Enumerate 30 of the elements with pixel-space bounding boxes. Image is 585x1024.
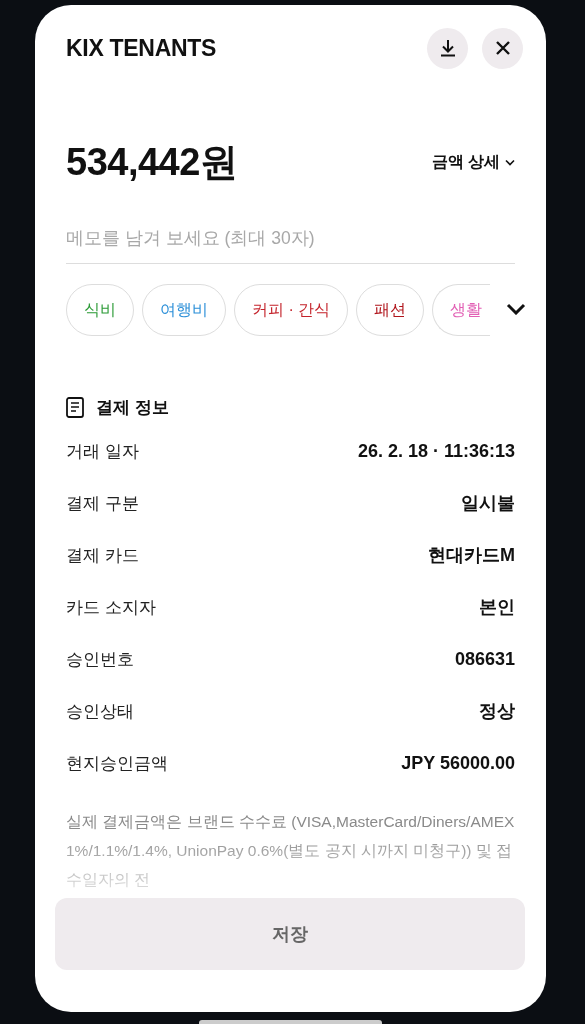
info-value: 본인 xyxy=(479,596,515,619)
info-value: 정상 xyxy=(479,700,515,723)
document-icon xyxy=(66,397,84,418)
category-chip[interactable]: 생활 xyxy=(432,284,491,336)
info-label: 현지승인금액 xyxy=(66,752,168,775)
sheet-title: KIX TENANTS xyxy=(66,34,217,62)
chevron-down-icon xyxy=(505,159,515,166)
download-button[interactable] xyxy=(427,27,468,69)
category-chip[interactable]: 패션 xyxy=(356,284,425,336)
info-value: 현대카드M xyxy=(428,544,515,567)
amount-text: 534,442원 xyxy=(66,140,238,185)
category-chip[interactable]: 여행비 xyxy=(142,284,226,336)
amount-detail-button[interactable]: 금액 상세 xyxy=(431,152,515,173)
close-icon xyxy=(494,40,511,56)
info-label: 승인번호 xyxy=(66,648,134,671)
info-value: 26. 2. 18 · 11:36:13 xyxy=(357,440,515,462)
info-value: 086631 xyxy=(454,648,515,670)
info-label: 결제 카드 xyxy=(66,544,139,567)
category-chip[interactable]: 식비 xyxy=(66,284,134,336)
info-label: 결제 구분 xyxy=(66,492,139,515)
info-label: 승인상태 xyxy=(66,700,134,723)
category-chip[interactable]: 커피 · 간식 xyxy=(234,284,349,336)
info-label: 카드 소지자 xyxy=(66,596,156,619)
save-button[interactable]: 저장 xyxy=(55,898,525,970)
chevron-down-icon xyxy=(506,302,526,315)
close-button[interactable] xyxy=(482,27,523,69)
info-value: 일시불 xyxy=(461,492,515,515)
section-title: 결제 정보 xyxy=(96,397,169,419)
info-label: 거래 일자 xyxy=(66,440,139,463)
info-value: JPY 56000.00 xyxy=(401,752,515,774)
